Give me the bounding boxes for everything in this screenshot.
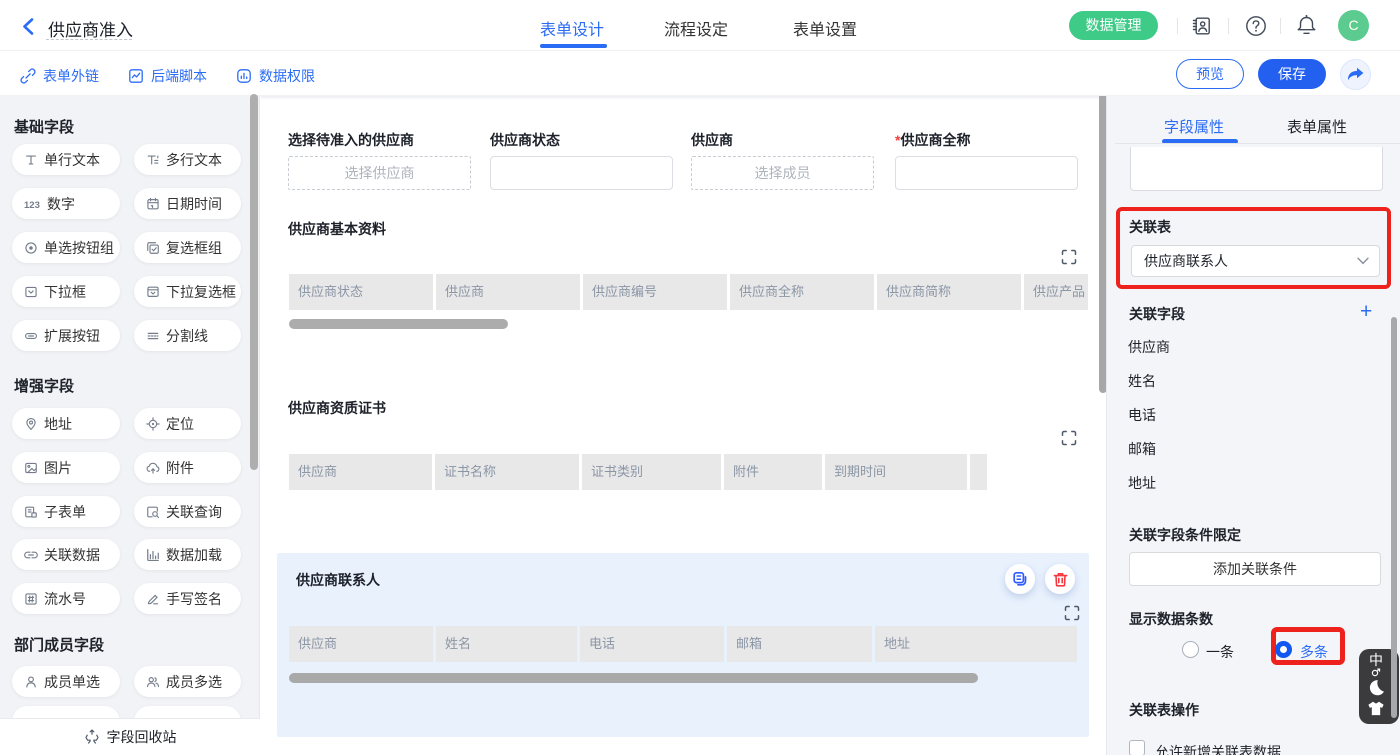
svg-text:123: 123 [24,200,40,210]
